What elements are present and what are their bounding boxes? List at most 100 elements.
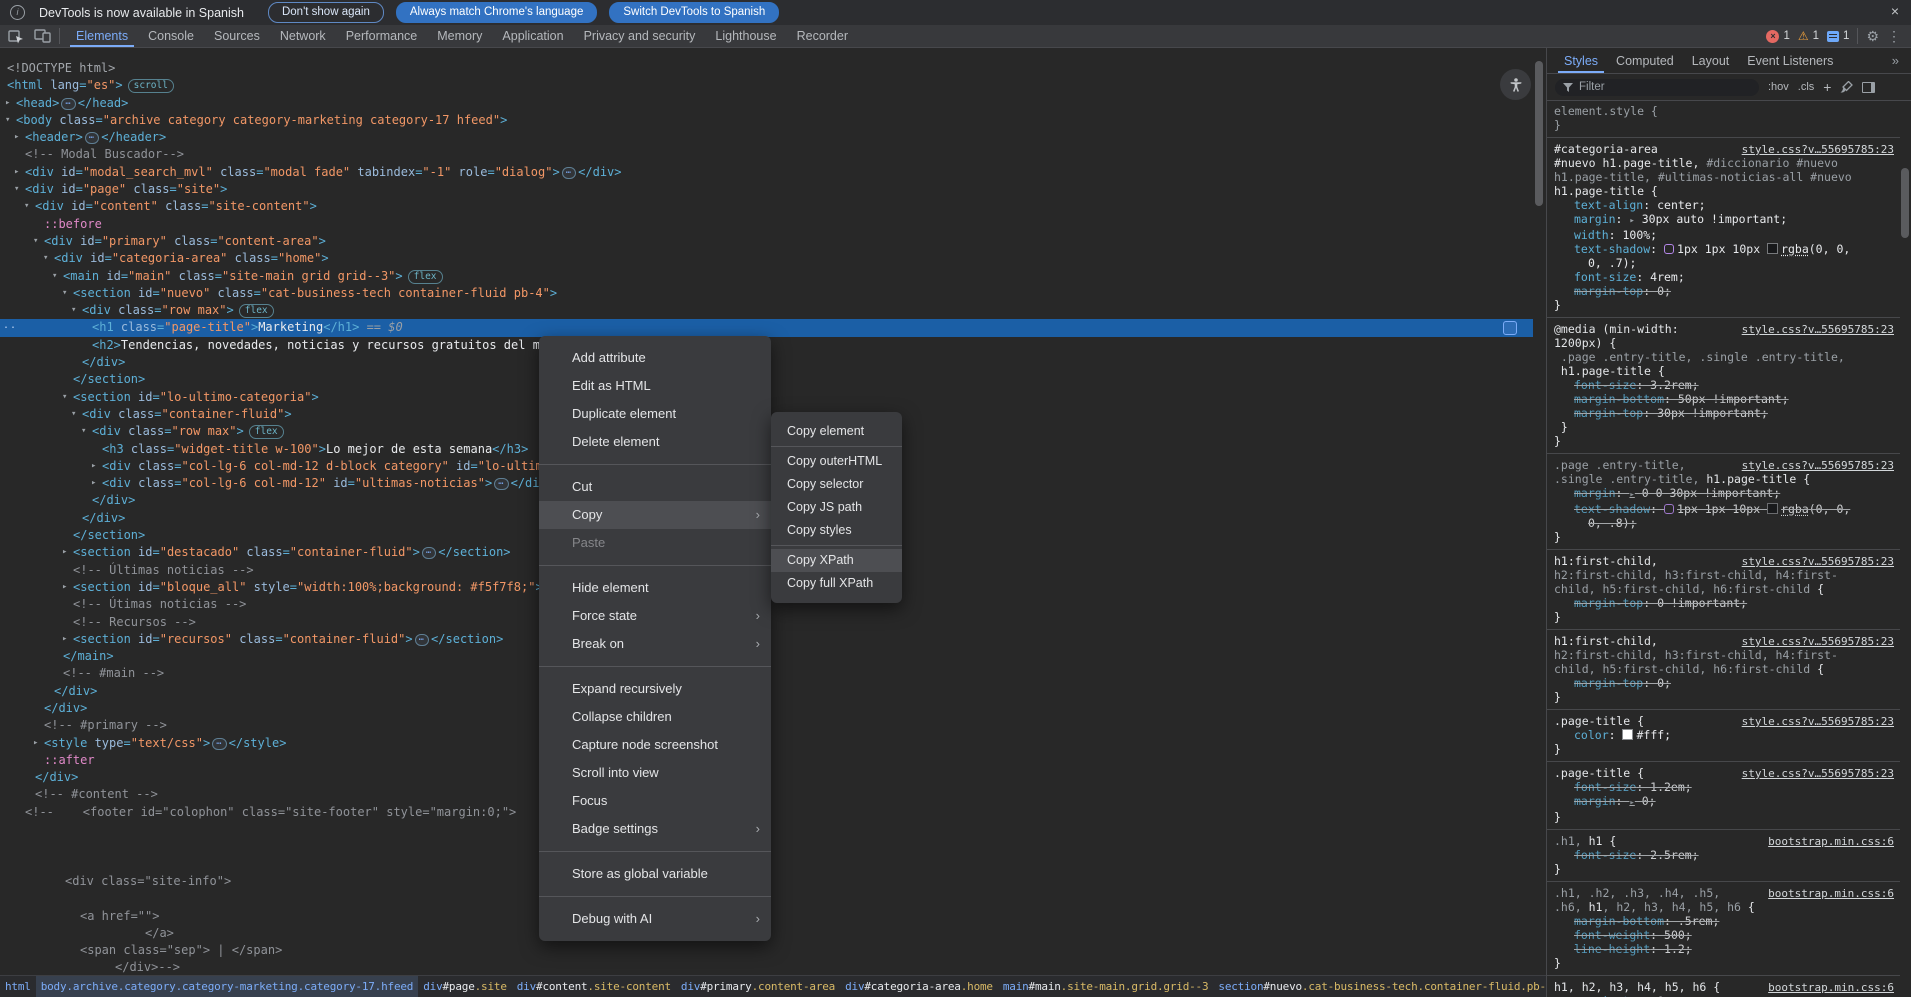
css-selector-line[interactable]: }	[1554, 118, 1894, 132]
css-selector-line[interactable]: .h6, h1, h2, h3, h4, h5, h6 {	[1554, 900, 1894, 914]
css-selector-line[interactable]: }	[1554, 742, 1894, 756]
tab-network[interactable]: Network	[270, 25, 336, 47]
color-swatch[interactable]	[1622, 729, 1633, 740]
stylesheet-source-link[interactable]: style.css?v…55695785:23	[1742, 143, 1894, 157]
css-selector-line[interactable]: child, h5:first-child, h6:first-child {	[1554, 582, 1894, 596]
submenu-item-copy-element[interactable]: Copy element	[771, 420, 902, 443]
toggle-classes-cls[interactable]: .cls	[1798, 81, 1815, 93]
breadcrumb-item[interactable]: body.archive.category.category-marketing…	[36, 976, 419, 997]
css-declaration[interactable]: text-shadow: 1px 1px 10px rgba(0, 0,	[1554, 502, 1894, 516]
context-menu-item-badge-settings[interactable]: Badge settings›	[539, 815, 771, 843]
expand-inline-icon[interactable]: ⋯	[422, 547, 436, 559]
styles-scrollbar[interactable]	[1900, 100, 1911, 997]
expand-inline-icon[interactable]: ⋯	[212, 738, 226, 750]
css-declaration[interactable]: color: #fff;	[1554, 728, 1894, 742]
sidebar-tab-styles[interactable]: Styles	[1555, 48, 1607, 73]
dom-tree-row[interactable]: ::before	[0, 216, 1533, 233]
css-selector-line[interactable]: }	[1554, 530, 1894, 544]
css-declaration[interactable]: margin-top: 0;	[1554, 284, 1894, 298]
dom-tree-row[interactable]: ▸<header>⋯</header>	[0, 129, 1533, 146]
breadcrumb-item[interactable]: section#nuevo.cat-business-tech.containe…	[1213, 976, 1546, 997]
css-declaration[interactable]: line-height: 1.2;	[1554, 942, 1894, 956]
css-declaration[interactable]: 0, .7);	[1554, 256, 1894, 270]
tab-memory[interactable]: Memory	[427, 25, 492, 47]
css-declaration[interactable]: margin: ▸ 0;	[1554, 794, 1894, 810]
css-selector-line[interactable]: }	[1554, 610, 1894, 624]
color-swatch[interactable]	[1767, 503, 1778, 514]
css-declaration[interactable]: margin-bottom: .5rem;	[1554, 914, 1894, 928]
context-menu-item-delete-element[interactable]: Delete element	[539, 428, 771, 456]
submenu-item-copy-js-path[interactable]: Copy JS path	[771, 496, 902, 519]
accessibility-person-icon[interactable]	[1500, 69, 1531, 100]
context-menu-item-copy[interactable]: Copy›	[539, 501, 771, 529]
css-declaration[interactable]: margin-bottom: 50px !important;	[1554, 392, 1894, 406]
chevron-expanded-icon[interactable]: ▾	[62, 285, 67, 302]
dom-tree-row[interactable]: ▸<head>⋯</head>	[0, 95, 1533, 112]
chevron-collapsed-icon[interactable]: ▸	[62, 544, 67, 561]
css-declaration[interactable]: font-size: 3.2rem;	[1554, 378, 1894, 392]
context-menu-item-debug-with-ai[interactable]: Debug with AI›	[539, 905, 771, 933]
always-match-chrome-s-language-button[interactable]: Always match Chrome's language	[396, 2, 598, 23]
chevron-expanded-icon[interactable]: ▾	[62, 389, 67, 406]
chevron-collapsed-icon[interactable]: ▸	[62, 579, 67, 596]
css-selector-line[interactable]: }	[1554, 956, 1894, 970]
css-declaration[interactable]: font-weight: 500;	[1554, 928, 1894, 942]
dom-tree-row[interactable]: ▾<section id="nuevo" class="cat-business…	[0, 285, 1533, 302]
element-state-badge-icon[interactable]	[1503, 321, 1517, 335]
context-menu-item-scroll-into-view[interactable]: Scroll into view	[539, 759, 771, 787]
css-selector-line[interactable]: h2:first-child, h3:first-child, h4:first…	[1554, 648, 1894, 662]
css-selector-line[interactable]: h1.page-title {	[1554, 184, 1894, 198]
css-selector-line[interactable]: 1200px) {	[1554, 336, 1894, 350]
inspect-element-icon[interactable]	[8, 29, 24, 44]
context-menu-item-capture-node-screenshot[interactable]: Capture node screenshot	[539, 731, 771, 759]
styles-filter-input[interactable]: Filter	[1555, 79, 1759, 96]
css-selector-line[interactable]: }	[1554, 862, 1894, 876]
chevron-expanded-icon[interactable]: ▾	[81, 423, 86, 440]
chevron-expanded-icon[interactable]: ▾	[14, 181, 19, 198]
css-declaration[interactable]: margin-top: 30px !important;	[1554, 406, 1894, 420]
chevron-collapsed-icon[interactable]: ▸	[33, 735, 38, 752]
issues-icon[interactable]	[1827, 31, 1839, 42]
tab-privacy-and-security[interactable]: Privacy and security	[574, 25, 706, 47]
submenu-item-copy-outerhtml[interactable]: Copy outerHTML	[771, 450, 902, 473]
scrollbar-thumb[interactable]	[1535, 61, 1543, 206]
tab-elements[interactable]: Elements	[66, 25, 138, 47]
stylesheet-source-link[interactable]: style.css?v…55695785:23	[1742, 459, 1894, 473]
css-declaration[interactable]: margin-top: 0;	[1554, 676, 1894, 690]
submenu-item-copy-full-xpath[interactable]: Copy full XPath	[771, 572, 902, 595]
css-selector-line[interactable]: .page .entry-title, .single .entry-title…	[1554, 350, 1894, 364]
css-selector-line[interactable]: child, h5:first-child, h6:first-child {	[1554, 662, 1894, 676]
dom-tree-row[interactable]: <span class="sep"> | </span>	[0, 942, 1533, 959]
switch-devtools-to-spanish-button[interactable]: Switch DevTools to Spanish	[609, 2, 779, 23]
dom-tree-row[interactable]: <html lang="es">scroll	[0, 77, 1533, 94]
stylesheet-source-link[interactable]: style.css?v…55695785:23	[1742, 767, 1894, 781]
dom-tree-row[interactable]: <!-- Modal Buscador-->	[0, 146, 1533, 163]
chevron-expanded-icon[interactable]: ▾	[43, 250, 48, 267]
elements-scrollbar[interactable]	[1534, 48, 1545, 975]
expand-inline-icon[interactable]: ⋯	[415, 634, 429, 646]
context-menu-item-focus[interactable]: Focus	[539, 787, 771, 815]
tab-lighthouse[interactable]: Lighthouse	[705, 25, 786, 47]
chevron-expanded-icon[interactable]: ▾	[5, 112, 10, 129]
stylesheet-source-link[interactable]: bootstrap.min.css:6	[1768, 981, 1894, 995]
breadcrumb-item[interactable]: div#primary.content-area	[676, 976, 840, 997]
rendering-brush-icon[interactable]	[1840, 81, 1853, 93]
expand-inline-icon[interactable]: ⋯	[562, 167, 576, 179]
stylesheet-source-link[interactable]: bootstrap.min.css:6	[1768, 835, 1894, 849]
chevron-expanded-icon[interactable]: ▾	[71, 406, 76, 423]
breadcrumb-item[interactable]: html	[0, 976, 36, 997]
css-declaration[interactable]: text-shadow: 1px 1px 10px rgba(0, 0,	[1554, 242, 1894, 256]
stylesheet-source-link[interactable]: style.css?v…55695785:23	[1742, 635, 1894, 649]
layout-badge[interactable]: flex	[408, 270, 443, 284]
css-declaration[interactable]: font-size: 1.2em;	[1554, 780, 1894, 794]
scrollbar-thumb[interactable]	[1901, 168, 1909, 238]
css-declaration[interactable]: 0, .8);	[1554, 516, 1894, 530]
css-declaration[interactable]: width: 100%;	[1554, 228, 1894, 242]
css-declaration[interactable]: margin: ▸ 0 0 30px !important;	[1554, 486, 1894, 502]
color-swatch[interactable]	[1767, 243, 1778, 254]
dom-tree-row[interactable]: ▾<div id="content" class="site-content">	[0, 198, 1533, 215]
css-selector-line[interactable]: }	[1554, 810, 1894, 824]
dom-tree-row[interactable]: ▾<div id="page" class="site">	[0, 181, 1533, 198]
dom-tree-row-selected[interactable]: <h1 class="page-title">Marketing</h1> ==…	[0, 319, 1533, 336]
chevron-collapsed-icon[interactable]: ▸	[62, 631, 67, 648]
